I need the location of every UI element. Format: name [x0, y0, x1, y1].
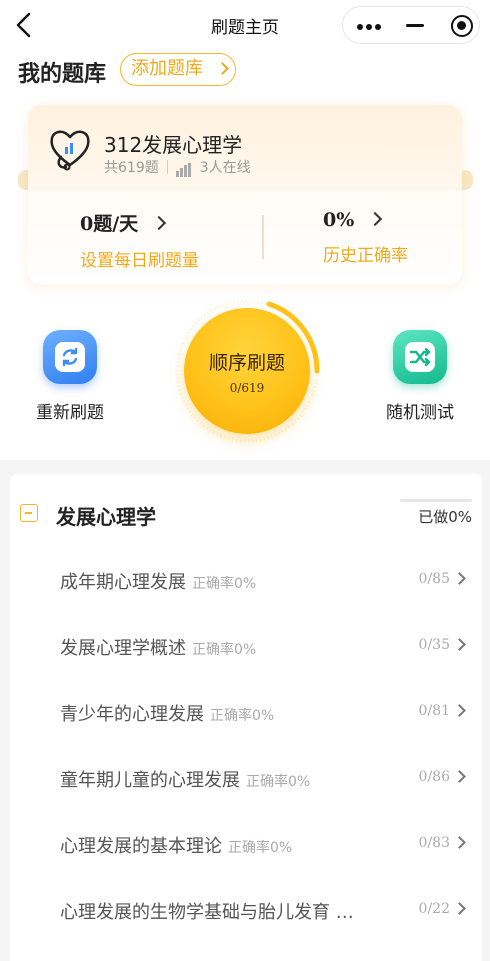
item-accuracy: 正确率0%	[192, 576, 257, 592]
signal-bars-icon	[175, 161, 194, 177]
bank-online: 3人在线	[199, 160, 251, 176]
list-item[interactable]: 童年期儿童的心理发展 正确率0% 0/86	[60, 758, 472, 798]
item-count: 0/85	[418, 571, 450, 587]
item-count: 0/81	[418, 703, 450, 719]
stat-divider	[262, 215, 264, 259]
chevron-right-icon	[453, 638, 466, 651]
more-icon[interactable]	[357, 24, 384, 30]
chevron-right-icon	[453, 902, 466, 915]
meta-divider	[166, 160, 168, 174]
list-item[interactable]: 成年期心理发展 正确率0% 0/85	[60, 560, 472, 600]
item-accuracy: 正确率0%	[210, 708, 275, 724]
minimize-icon[interactable]	[406, 24, 424, 27]
accuracy-stat[interactable]: 0% 历史正确率	[323, 209, 408, 266]
item-count: 0/35	[418, 637, 450, 653]
sequential-progress: 0/619	[229, 381, 265, 395]
daily-goal-label: 设置每日刷题量	[80, 251, 199, 271]
close-record-icon[interactable]	[451, 15, 473, 37]
chevron-right-icon	[453, 770, 466, 783]
chapter-list: 发展心理学 已做0% 成年期心理发展 正确率0% 0/85 发展心理学概述 正确率0…	[10, 474, 482, 961]
list-item[interactable]: 发展心理学概述 正确率0% 0/35	[60, 626, 472, 666]
sequential-practice-button[interactable]: 顺序刷题 0/619	[174, 298, 320, 444]
accuracy-label: 历史正确率	[323, 246, 408, 266]
shuffle-icon-inner	[405, 342, 435, 372]
chapter-title[interactable]: 发展心理学	[56, 501, 156, 530]
sequential-label: 顺序刷题	[208, 352, 285, 374]
bank-meta: 共619题 3人在线	[104, 157, 251, 177]
item-name: 成年期心理发展	[60, 572, 186, 593]
chevron-right-icon	[152, 215, 167, 231]
list-item[interactable]: 青少年的心理发展 正确率0% 0/81	[60, 692, 472, 732]
daily-goal-stat[interactable]: 0题/天 设置每日刷题量	[80, 209, 199, 271]
chevron-right-icon	[453, 704, 466, 717]
daily-goal-value: 0题/天	[80, 213, 139, 235]
collapse-toggle-icon[interactable]	[20, 504, 38, 522]
chevron-right-icon	[216, 62, 229, 75]
my-bank-title: 我的题库	[18, 62, 107, 87]
item-name: 发展心理学概述	[60, 638, 186, 659]
chapter-done-label: 已做0%	[418, 508, 472, 526]
refresh-glyph-icon	[62, 347, 78, 367]
item-accuracy: 正确率0%	[228, 840, 293, 856]
bank-card[interactable]: 312发展心理学 共619题 3人在线 0题/天 设置每日刷题量 0% 历史正确率	[28, 105, 462, 285]
shuffle-icon	[393, 330, 447, 384]
nav-bar: 刷题主页	[0, 0, 490, 48]
accuracy-value: 0%	[323, 209, 355, 231]
redo-label: 重新刷题	[36, 403, 104, 423]
bank-card-header	[28, 105, 462, 191]
add-bank-label: 添加题库	[131, 58, 203, 79]
item-count: 0/86	[418, 769, 450, 785]
mini-program-capsule	[342, 6, 480, 44]
shuffle-glyph-icon	[409, 347, 431, 367]
chevron-right-icon	[368, 211, 383, 227]
chapter-progress-bar	[400, 499, 472, 502]
list-item[interactable]: 心理发展的生物学基础与胎儿发育 … 0/22	[60, 890, 472, 930]
item-count: 0/22	[418, 901, 450, 917]
item-name: 青少年的心理发展	[60, 704, 204, 725]
heart-chart-icon	[50, 130, 90, 171]
sequential-circle: 顺序刷题 0/619	[184, 308, 310, 434]
refresh-icon-inner	[55, 342, 85, 372]
chevron-right-icon	[453, 572, 466, 585]
random-test-action[interactable]: 随机测试	[386, 330, 454, 423]
item-name: 心理发展的基本理论	[60, 836, 222, 857]
item-count: 0/83	[418, 835, 450, 851]
bank-name: 312发展心理学	[104, 133, 243, 157]
bank-total: 共619题	[104, 160, 159, 176]
random-test-label: 随机测试	[386, 403, 454, 423]
item-name: 童年期儿童的心理发展	[60, 770, 240, 791]
chevron-right-icon	[453, 836, 466, 849]
list-item[interactable]: 心理发展的基本理论 正确率0% 0/83	[60, 824, 472, 864]
add-bank-button[interactable]: 添加题库	[120, 53, 236, 86]
item-name: 心理发展的生物学基础与胎儿发育 …	[60, 902, 354, 923]
item-accuracy: 正确率0%	[192, 642, 257, 658]
refresh-icon	[43, 330, 97, 384]
item-accuracy: 正确率0%	[246, 774, 311, 790]
redo-action[interactable]: 重新刷题	[36, 330, 104, 423]
